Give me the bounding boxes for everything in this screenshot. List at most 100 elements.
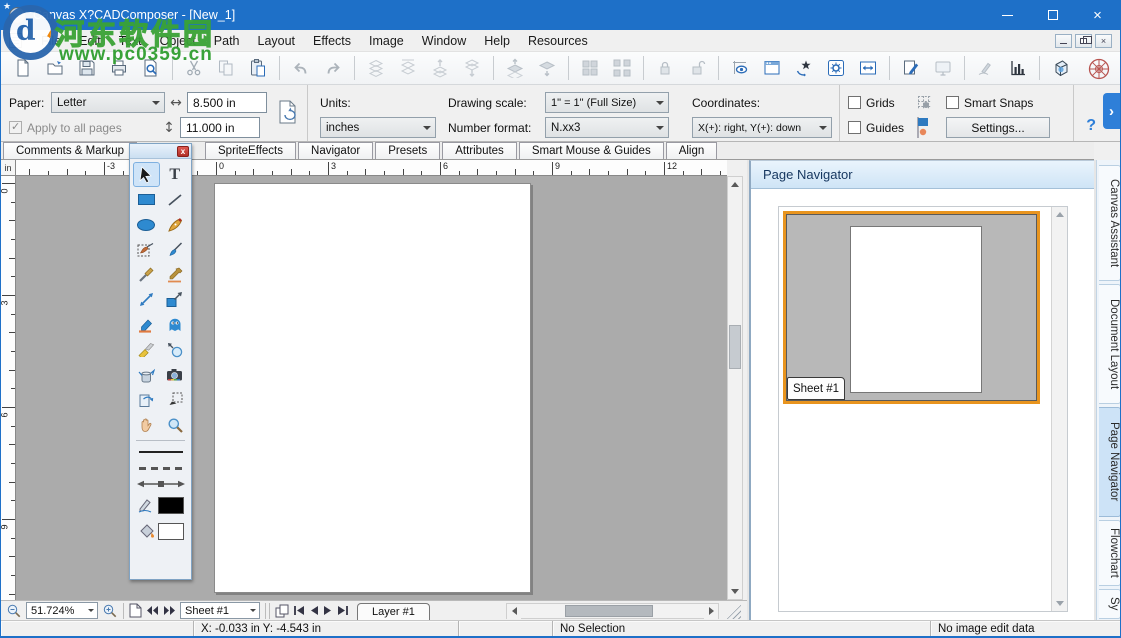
grids-checkbox[interactable] [848,96,861,109]
scroll-down-button[interactable] [728,584,742,599]
sheet-thumbnail[interactable]: Sheet #1 [783,211,1040,404]
vertical-scroll-thumb[interactable] [729,325,741,369]
paper-height-input[interactable]: 11.000 in [180,117,260,138]
first-sheet-button[interactable] [293,602,305,620]
sheet-select[interactable]: Sheet #1 [180,602,260,619]
paper-width-input[interactable]: 8.500 in [187,92,267,113]
pn-scroll-up-button[interactable] [1053,207,1067,222]
object-move-tool[interactable] [161,287,188,312]
vertical-scrollbar[interactable] [727,176,743,600]
hand-pan-tool[interactable] [133,412,160,437]
stroke-line-selector[interactable] [130,444,191,460]
palette-tab-attributes[interactable]: Attributes [442,142,517,159]
side-tab-sy[interactable]: Sy [1099,589,1121,619]
settings-button[interactable]: Settings... [946,117,1050,138]
fill-color-row[interactable] [130,518,191,544]
menu-file[interactable]: File [32,32,70,50]
copy-icon[interactable] [213,55,239,81]
fit-width-icon[interactable] [855,55,881,81]
scroll-up-button[interactable] [728,177,742,192]
guides-checkbox[interactable] [848,121,861,134]
move-layer-up-icon[interactable] [427,55,453,81]
ellipse-tool[interactable] [133,212,160,237]
previous-sheet-button[interactable] [309,602,319,620]
palette-tab-smart-mouse-guides[interactable]: Smart Mouse & Guides [519,142,664,159]
new-document-icon[interactable] [10,55,36,81]
ungroup-icon[interactable] [609,55,635,81]
zoom-in-button[interactable] [102,602,118,620]
redo-icon[interactable] [320,55,346,81]
zoom-out-button[interactable] [6,602,22,620]
print-icon[interactable] [106,55,132,81]
menu-resources[interactable]: Resources [519,32,597,50]
paint-selection-tool[interactable] [133,237,160,262]
lock-icon[interactable] [652,55,678,81]
arrow-style-selector[interactable] [130,476,191,492]
palette-tab-presets[interactable]: Presets [375,142,440,159]
fill-color-swatch[interactable] [158,523,184,540]
save-icon[interactable] [74,55,100,81]
menu-image[interactable]: Image [360,32,413,50]
menu-object[interactable]: Object [151,32,205,50]
pn-scroll-down-button[interactable] [1053,596,1067,611]
coordinates-select[interactable]: X(+): right, Y(+): down [692,117,832,138]
print-preview-icon[interactable] [138,55,164,81]
rectangle-tool[interactable] [133,187,160,212]
dimensioning-tool[interactable] [133,287,160,312]
next-sheet-button[interactable] [323,602,333,620]
number-format-select[interactable]: N.xx3 [545,117,669,138]
sprite-effects-tool[interactable] [161,312,188,337]
menu-path[interactable]: Path [205,32,249,50]
menu-layout[interactable]: Layout [249,32,305,50]
text-tool[interactable]: T [161,162,188,187]
paste-icon[interactable] [245,55,271,81]
mdi-close-button[interactable]: × [1095,34,1112,48]
ruler-unit-box[interactable]: in [1,160,16,176]
page-navigator-scrollbar[interactable] [1051,207,1067,611]
module-logo-icon[interactable] [1086,56,1112,82]
document-page[interactable] [214,183,531,593]
units-select[interactable]: inches [320,117,436,138]
mdi-restore-button[interactable] [1075,34,1092,48]
send-to-back-icon[interactable] [534,55,560,81]
mdi-minimize-button[interactable] [1055,34,1072,48]
help-button[interactable]: ? [1086,117,1096,135]
show-guides-icon[interactable] [727,55,753,81]
horizontal-scrollbar[interactable] [506,603,719,619]
chart-icon[interactable] [1005,55,1031,81]
eyedropper-tool[interactable] [161,262,188,287]
new-sheet-button[interactable] [129,602,142,620]
knife-tool[interactable] [133,337,160,362]
vertical-ruler[interactable]: 0369 [1,176,16,600]
last-sheet-button[interactable] [337,602,349,620]
area-zoom-tool[interactable] [161,337,188,362]
group-icon[interactable] [577,55,603,81]
line-tool[interactable] [161,187,188,212]
paper-select[interactable]: Letter [51,92,165,113]
previous-sheets-button[interactable] [146,602,159,620]
select-tool[interactable] [133,162,160,187]
stroke-color-swatch[interactable] [158,497,184,514]
mdi-document-icon[interactable] [9,33,22,48]
cut-icon[interactable] [181,55,207,81]
stroke-color-row[interactable] [130,492,191,518]
highlighter-tool[interactable] [133,312,160,337]
smart-snaps-checkbox[interactable] [946,96,959,109]
stack-layers-icon[interactable] [363,55,389,81]
palette-tab-spriteeffects[interactable]: SpriteEffects [205,142,296,159]
menu-help[interactable]: Help [475,32,519,50]
menu-edit[interactable]: Edit [70,32,110,50]
zoom-level-select[interactable]: 51.724% [26,602,98,619]
drawing-canvas[interactable] [16,176,727,600]
camera-tool[interactable] [161,362,188,387]
paint-can-tool[interactable] [133,362,160,387]
palette-tab-align[interactable]: Align [666,142,718,159]
snap-settings-icon[interactable] [823,55,849,81]
palette-tab-comments-markup[interactable]: Comments & Markup [3,142,137,159]
maximize-button[interactable] [1030,0,1075,30]
palette-tab-navigator[interactable]: Navigator [298,142,373,159]
minimize-button[interactable] [985,0,1030,30]
unlock-icon[interactable] [684,55,710,81]
scroll-left-button[interactable] [507,604,521,619]
zoom-tool[interactable] [161,412,188,437]
